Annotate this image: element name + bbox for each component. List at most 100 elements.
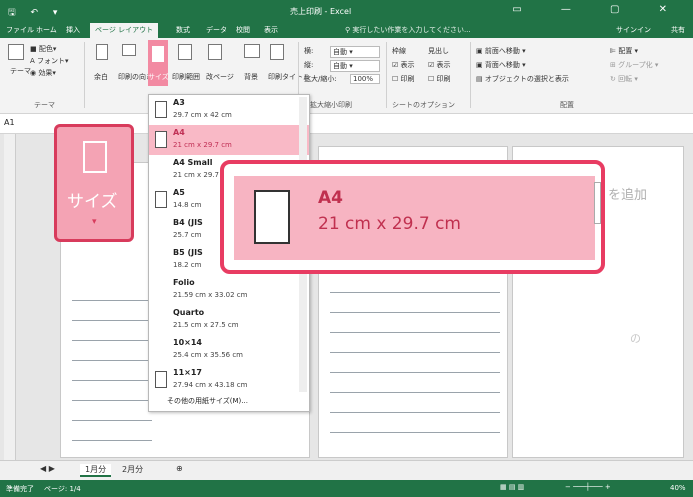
- size-option-a3[interactable]: A3 29.7 cm x 42 cm: [149, 95, 309, 125]
- table-line: [330, 312, 500, 313]
- size-dimension: 27.94 cm x 43.18 cm: [173, 381, 248, 389]
- scale-input[interactable]: 100%: [350, 74, 380, 84]
- tab-review[interactable]: 校閲: [236, 25, 250, 35]
- table-line: [330, 292, 500, 293]
- align-button[interactable]: ⊫ 配置 ▾: [610, 46, 638, 56]
- group-separator: [386, 42, 387, 108]
- table-line: [72, 440, 152, 441]
- selection-pane-button[interactable]: ▤ オブジェクトの選択と表示: [476, 74, 569, 84]
- gridlines-print-checkbox[interactable]: ☐ 印刷: [392, 74, 415, 84]
- size-dimension: 21 cm x 29.7 cm: [173, 141, 232, 149]
- effects-label: 効果: [38, 69, 53, 77]
- height-value: 自動: [333, 62, 347, 70]
- sheet-nav-arrows[interactable]: ◀ ▶: [40, 464, 55, 473]
- page-icon: [254, 190, 290, 244]
- callout-a4-name: A4: [318, 188, 343, 208]
- background-button[interactable]: 背景: [244, 72, 258, 82]
- size-button[interactable]: サイズ: [148, 40, 169, 86]
- themes-icon[interactable]: [8, 44, 24, 60]
- height-select[interactable]: 自動 ▾: [330, 60, 380, 72]
- print-label: 印刷: [400, 75, 415, 83]
- rotate-button[interactable]: ↻ 回転 ▾: [610, 74, 638, 84]
- table-line: [330, 352, 500, 353]
- print-titles-icon: [270, 44, 284, 60]
- size-dimension: 14.8 cm: [173, 201, 202, 209]
- add-sheet-button[interactable]: ⊕: [176, 464, 183, 473]
- tab-home[interactable]: ホーム: [36, 25, 57, 35]
- scale-group-label: 拡大縮小印刷: [310, 101, 352, 109]
- table-line: [330, 332, 500, 333]
- fonts-button[interactable]: A フォント▾: [30, 56, 69, 66]
- title-bar: 🖫 ↶ ▾ 売上印刷 - Excel ▭ — ▢ ✕: [0, 0, 693, 22]
- sign-in-link[interactable]: サインイン: [616, 25, 651, 35]
- name-box[interactable]: A1: [4, 118, 15, 127]
- rotate-label: 回転: [618, 75, 633, 83]
- group-button[interactable]: ⊞ グループ化 ▾: [610, 60, 658, 70]
- effects-button[interactable]: ◉ 効果▾: [30, 68, 56, 78]
- tab-data[interactable]: データ: [206, 25, 227, 35]
- size-name: A5: [173, 188, 185, 197]
- zoom-slider[interactable]: − ───┼─── +: [565, 483, 611, 491]
- sheet-tab-january[interactable]: 1月分: [80, 464, 112, 477]
- tab-view[interactable]: 表示: [264, 25, 278, 35]
- sheet-options-group-label: シートのオプション: [392, 101, 455, 109]
- size-dimension: 25.4 cm x 35.56 cm: [173, 351, 244, 359]
- callout-a4-dimension: 21 cm x 29.7 cm: [318, 214, 461, 234]
- row-headers: [4, 134, 16, 460]
- send-backward-button[interactable]: ▣ 背面へ移動 ▾: [476, 60, 526, 70]
- colors-label: 配色: [38, 45, 53, 53]
- breaks-button[interactable]: 改ページ: [206, 72, 234, 82]
- size-label: サイズ: [148, 73, 169, 81]
- zoom-level: 40%: [670, 484, 686, 492]
- page-icon: [155, 191, 167, 208]
- table-line: [72, 320, 152, 321]
- colors-button[interactable]: ■ 配色▾: [30, 44, 56, 54]
- size-name: Quarto: [173, 308, 205, 317]
- page-icon: [155, 371, 167, 388]
- status-page: ページ: 1/4: [44, 485, 81, 493]
- size-name: A4: [173, 128, 185, 137]
- tell-me-box[interactable]: ⚲ 実行したい作業を入力してください...: [345, 25, 471, 35]
- share-button[interactable]: 共有: [671, 25, 685, 35]
- table-line: [330, 432, 500, 433]
- margins-button[interactable]: 余白: [94, 72, 108, 82]
- more-paper-sizes-link[interactable]: その他の用紙サイズ(M)...: [167, 396, 248, 406]
- bring-forward-button[interactable]: ▣ 前面へ移動 ▾: [476, 46, 526, 56]
- quick-access-toolbar[interactable]: 🖫 ↶ ▾: [8, 5, 63, 21]
- tab-file[interactable]: ファイル: [6, 25, 34, 35]
- group-separator: [84, 42, 85, 108]
- table-line: [72, 340, 152, 341]
- print-area-button[interactable]: 印刷範囲: [172, 72, 200, 82]
- width-select[interactable]: 自動 ▾: [330, 46, 380, 58]
- tab-formulas[interactable]: 数式: [176, 25, 190, 35]
- orientation-icon: [122, 44, 136, 56]
- group-label: グループ化: [618, 61, 653, 69]
- themes-button[interactable]: テーマ: [10, 66, 31, 76]
- send-backward-label: 背面へ移動: [484, 61, 520, 69]
- size-name: B5 (JIS: [173, 248, 203, 257]
- headings-view-checkbox[interactable]: ☑ 表示: [428, 60, 451, 70]
- size-button-callout: サイズ ▾: [54, 124, 134, 242]
- size-option-11x17[interactable]: 11×17 27.94 cm x 43.18 cm: [149, 365, 309, 395]
- scale-label: 拡大/縮小:: [304, 75, 337, 83]
- callout-scrollbar: [594, 182, 601, 224]
- chevron-down-icon: ▾: [92, 217, 97, 227]
- gridlines-view-checkbox[interactable]: ☑ 表示: [392, 60, 415, 70]
- headings-print-checkbox[interactable]: ☐ 印刷: [428, 74, 451, 84]
- size-option-10x14[interactable]: 10×14 25.4 cm x 35.56 cm: [149, 335, 309, 365]
- size-option-a4[interactable]: A4 21 cm x 29.7 cm: [149, 125, 309, 155]
- gridlines-header: 枠線: [392, 47, 406, 55]
- size-dimension: 25.7 cm: [173, 231, 202, 239]
- window-controls[interactable]: ▭ — ▢ ✕: [512, 4, 685, 15]
- size-option-quarto[interactable]: Quarto 21.5 cm x 27.5 cm: [149, 305, 309, 335]
- height-label: 縦:: [304, 61, 314, 69]
- size-option-folio[interactable]: Folio 21.59 cm x 33.02 cm: [149, 275, 309, 305]
- status-bar: 準備完了 ページ: 1/4 ▦ ▤ ▥ − ───┼─── + 40%: [0, 480, 693, 497]
- a4-option-callout: A4 21 cm x 29.7 cm: [220, 160, 605, 274]
- callout-size-label: サイズ: [67, 192, 118, 212]
- tab-page-layout[interactable]: ページ レイアウト: [90, 23, 159, 38]
- tab-insert[interactable]: 挿入: [66, 25, 80, 35]
- sheet-tab-february[interactable]: 2月分: [122, 464, 143, 475]
- view-label: 表示: [400, 61, 415, 69]
- view-buttons[interactable]: ▦ ▤ ▥: [500, 483, 524, 491]
